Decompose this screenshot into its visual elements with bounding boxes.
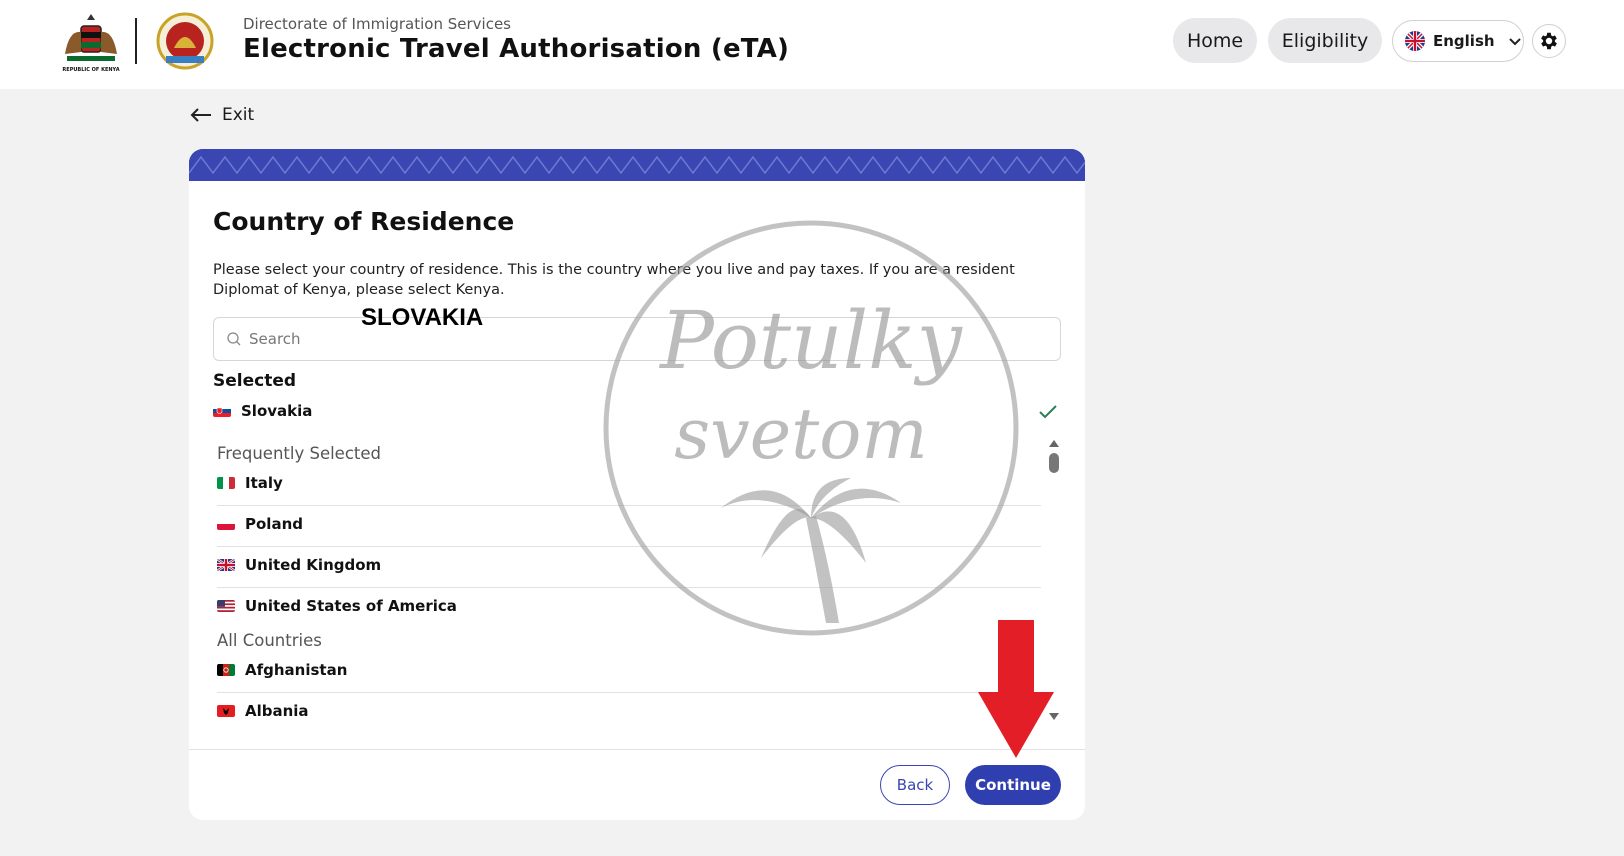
search-icon — [227, 332, 241, 346]
country-option-label: Poland — [245, 515, 303, 533]
kenya-coat-of-arms-logo: REPUBLIC OF KENYA — [62, 14, 120, 73]
afghanistan-flag-icon — [217, 664, 235, 676]
gear-icon — [1541, 32, 1557, 50]
search-annotation-text: SLOVAKIA — [361, 304, 484, 331]
selected-heading: Selected — [213, 371, 297, 391]
uk-flag-icon — [1405, 31, 1425, 51]
footer-divider — [189, 749, 1085, 750]
site-header: REPUBLIC OF KENYA Directorate of Immigra… — [0, 0, 1624, 89]
page-title: Country of Residence — [213, 207, 515, 236]
country-option-label: Italy — [245, 474, 283, 492]
search-input[interactable] — [249, 330, 349, 348]
albania-flag-icon — [217, 705, 235, 717]
nav-home-button[interactable]: Home — [1173, 18, 1257, 63]
immigration-seal-logo — [156, 12, 214, 70]
coat-of-arms-caption: REPUBLIC OF KENYA — [62, 67, 119, 73]
country-of-residence-card: Country of Residence Please select your … — [189, 149, 1085, 820]
list-divider — [217, 692, 1041, 693]
page-description: Please select your country of residence.… — [213, 262, 1015, 298]
patterned-banner — [189, 149, 1085, 181]
list-divider — [217, 546, 1041, 547]
language-label: English — [1433, 32, 1495, 50]
scrollbar-thumb[interactable] — [1049, 453, 1059, 473]
checkmark-icon — [1039, 405, 1057, 419]
language-selector[interactable]: English — [1392, 20, 1524, 62]
chevron-down-icon — [1508, 38, 1521, 46]
list-divider — [217, 505, 1041, 506]
arrow-left-icon — [190, 108, 211, 122]
poland-flag-icon — [217, 518, 235, 530]
slovakia-flag-icon — [213, 405, 231, 417]
continue-button[interactable]: Continue — [965, 765, 1061, 805]
frequent-heading: Frequently Selected — [217, 444, 381, 463]
country-option[interactable]: United Kingdom — [217, 556, 381, 574]
exit-link[interactable]: Exit — [190, 105, 254, 125]
exit-label: Exit — [222, 105, 255, 125]
country-option-label: United States of America — [245, 597, 457, 615]
italy-flag-icon — [217, 477, 235, 489]
logo-divider — [135, 18, 137, 64]
header-title: Electronic Travel Authorisation (eTA) — [243, 34, 790, 64]
all-countries-heading: All Countries — [217, 631, 322, 650]
header-subtitle: Directorate of Immigration Services — [243, 15, 512, 33]
country-option-label: United Kingdom — [245, 556, 382, 574]
back-button[interactable]: Back — [880, 765, 950, 805]
country-option[interactable]: United States of America — [217, 597, 457, 615]
scroll-up-arrow-icon[interactable] — [1049, 440, 1059, 447]
country-option[interactable]: Poland — [217, 515, 303, 533]
list-divider — [217, 587, 1041, 588]
country-list-scrollbar[interactable] — [1048, 438, 1060, 722]
scroll-down-arrow-icon[interactable] — [1049, 713, 1059, 720]
settings-button[interactable] — [1532, 24, 1566, 58]
country-option[interactable]: Albania — [217, 702, 309, 720]
nav-eligibility-button[interactable]: Eligibility — [1268, 18, 1382, 63]
country-option-label: Afghanistan — [245, 661, 348, 679]
usa-flag-icon — [217, 600, 235, 612]
uk-flag-icon — [217, 559, 235, 571]
selected-country-row[interactable]: Slovakia — [213, 402, 312, 420]
country-option[interactable]: Italy — [217, 474, 283, 492]
country-option[interactable]: Afghanistan — [217, 661, 347, 679]
selected-country-label: Slovakia — [241, 402, 313, 420]
country-search-box[interactable] — [213, 317, 1061, 361]
country-option-label: Albania — [245, 702, 309, 720]
